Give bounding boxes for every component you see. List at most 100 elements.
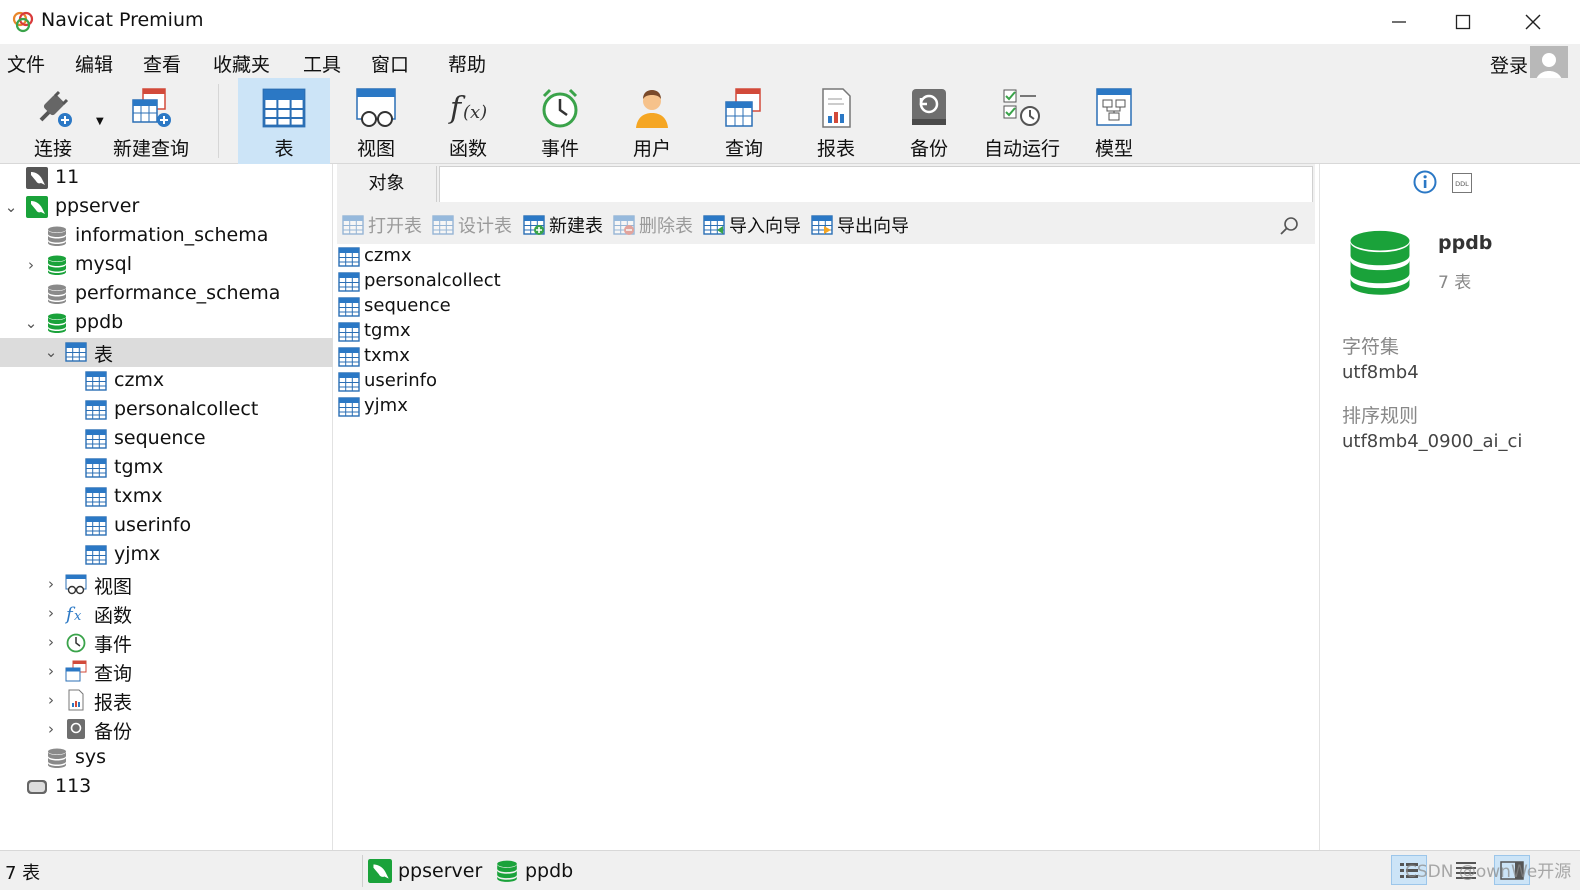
object-item-yjmx[interactable]: yjmx (337, 395, 637, 420)
open-table-button[interactable]: 打开表 (342, 212, 422, 238)
tree-reports-group[interactable]: › 报表 (0, 686, 333, 715)
tree-db-ppdb[interactable]: ⌄ ppdb (0, 309, 333, 338)
view-button[interactable]: 视图 (330, 78, 422, 164)
open-table-icon (342, 214, 364, 236)
table-icon (85, 399, 107, 421)
object-item-userinfo[interactable]: userinfo (337, 370, 637, 395)
tree-table-sequence[interactable]: sequence (0, 425, 333, 454)
tree-table-yjmx[interactable]: yjmx (0, 541, 333, 570)
collapsed-chevron-icon[interactable]: › (44, 720, 58, 738)
delete-table-button[interactable]: 删除表 (613, 212, 693, 238)
maximize-button[interactable] (1428, 0, 1498, 44)
object-item-czmx[interactable]: czmx (337, 245, 637, 270)
tree-views-group[interactable]: › 视图 (0, 570, 333, 599)
import-wizard-icon (703, 214, 725, 236)
function-button[interactable]: f (x) 函数 (422, 78, 514, 164)
collapsed-chevron-icon[interactable]: › (44, 633, 58, 651)
tree-connection-ppserver[interactable]: ⌄ ppserver (0, 193, 333, 222)
status-database: ppdb (495, 857, 573, 885)
tree-connection-113[interactable]: 113 (0, 773, 333, 802)
backup-button[interactable]: 备份 (883, 78, 975, 164)
menu-edit[interactable]: 编辑 (75, 50, 113, 77)
user-button[interactable]: 用户 (606, 78, 698, 164)
object-item-personalcollect[interactable]: personalcollect (337, 270, 637, 295)
tab-strip-area (439, 166, 1313, 202)
database-icon (46, 747, 68, 769)
ddl-icon[interactable]: DDL (1451, 172, 1473, 194)
tree-connection-11[interactable]: 11 (0, 164, 333, 193)
menu-help[interactable]: 帮助 (448, 50, 486, 77)
collapsed-chevron-icon[interactable]: › (44, 662, 58, 680)
toolbar-separator (218, 84, 219, 158)
status-connection-label: ppserver (398, 860, 483, 882)
tree-queries-group[interactable]: › 查询 (0, 657, 333, 686)
tree-db-mysql[interactable]: › mysql (0, 251, 333, 280)
tree-label: txmx (114, 485, 163, 507)
close-button[interactable] (1498, 0, 1568, 44)
model-button[interactable]: 模型 (1068, 78, 1160, 164)
main-toolbar: 连接 ▼ 新建查询 表 视图 f (x) 函数 事件 用户 查询 报表 备份 自… (0, 78, 1580, 164)
connect-button[interactable]: 连接 (7, 78, 99, 164)
tree-functions-group[interactable]: › f x 函数 (0, 599, 333, 628)
search-icon[interactable] (1279, 215, 1301, 237)
table-icon (85, 486, 107, 508)
table-icon (338, 271, 360, 293)
server-connection-icon (27, 780, 47, 794)
report-label: 报表 (816, 138, 855, 160)
collation-value: utf8mb4_0900_ai_ci (1342, 431, 1523, 452)
status-bar: 7 表 ppserver ppdb CSDN @ownWe开源 (0, 850, 1580, 890)
automation-label: 自动运行 (983, 138, 1060, 160)
view-label: 视图 (356, 138, 395, 160)
minimize-icon (1392, 21, 1406, 23)
report-document-icon (822, 88, 851, 128)
new-table-button[interactable]: 新建表 (523, 212, 603, 238)
event-button[interactable]: 事件 (514, 78, 606, 164)
tree-db-information-schema[interactable]: information_schema (0, 222, 333, 251)
title-bar: Navicat Premium (0, 0, 1580, 44)
user-label: 用户 (632, 138, 671, 160)
menu-window[interactable]: 窗口 (371, 50, 409, 77)
collapsed-chevron-icon[interactable]: › (44, 604, 58, 622)
expanded-chevron-icon[interactable]: ⌄ (44, 343, 58, 361)
menu-file[interactable]: 文件 (7, 50, 45, 77)
backup-label: 备份 (909, 138, 948, 160)
object-item-tgmx[interactable]: tgmx (337, 320, 637, 345)
minimize-button[interactable] (1364, 0, 1434, 44)
collapsed-chevron-icon[interactable]: › (44, 691, 58, 709)
database-icon (46, 312, 68, 334)
query-button[interactable]: 查询 (698, 78, 790, 164)
export-wizard-button[interactable]: 导出向导 (811, 212, 909, 238)
object-item-txmx[interactable]: txmx (337, 345, 637, 370)
table-button[interactable]: 表 (238, 78, 330, 164)
collapsed-chevron-icon[interactable]: › (44, 575, 58, 593)
tree-table-txmx[interactable]: txmx (0, 483, 333, 512)
tree-table-czmx[interactable]: czmx (0, 367, 333, 396)
design-table-button[interactable]: 设计表 (432, 212, 512, 238)
tree-backups-group[interactable]: › 备份 (0, 715, 333, 744)
import-wizard-button[interactable]: 导入向导 (703, 212, 801, 238)
automation-button[interactable]: 自动运行 (975, 78, 1069, 164)
login-button[interactable]: 登录 (1490, 51, 1528, 78)
window-title: Navicat Premium (41, 9, 204, 31)
menu-favorites[interactable]: 收藏夹 (213, 50, 270, 77)
tree-db-performance-schema[interactable]: performance_schema (0, 280, 333, 309)
tree-db-sys[interactable]: sys (0, 744, 333, 773)
tab-objects[interactable]: 对象 (337, 166, 437, 202)
connect-dropdown-arrow-icon[interactable]: ▼ (96, 116, 104, 127)
tree-table-personalcollect[interactable]: personalcollect (0, 396, 333, 425)
menu-view[interactable]: 查看 (143, 50, 181, 77)
tree-events-group[interactable]: › 事件 (0, 628, 333, 657)
tree-label: 113 (55, 775, 92, 797)
tree-table-tgmx[interactable]: tgmx (0, 454, 333, 483)
function-fx-icon: f x (65, 604, 82, 624)
collapsed-chevron-icon[interactable]: › (24, 256, 38, 274)
expanded-chevron-icon[interactable]: ⌄ (24, 314, 38, 332)
new-query-button[interactable]: 新建查询 (105, 78, 197, 164)
report-button[interactable]: 报表 (790, 78, 882, 164)
tree-tables-group[interactable]: ⌄ 表 (0, 338, 333, 367)
object-item-sequence[interactable]: sequence (337, 295, 637, 320)
menu-tools[interactable]: 工具 (303, 50, 341, 77)
tree-table-userinfo[interactable]: userinfo (0, 512, 333, 541)
info-icon[interactable] (1413, 170, 1437, 194)
expanded-chevron-icon[interactable]: ⌄ (4, 198, 18, 216)
